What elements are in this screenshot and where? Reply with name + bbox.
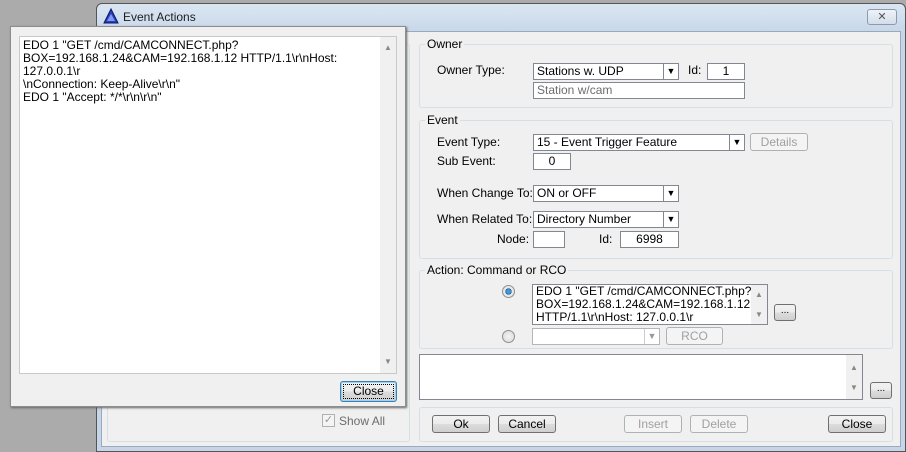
notes-scrollbar[interactable]: ▲ ▼ [846,355,862,399]
owner-id-field[interactable]: 1 [707,63,745,80]
sub-event-label: Sub Event: [437,154,496,168]
popup-close-button[interactable]: Close [340,381,397,402]
node-label: Node: [497,232,530,246]
rco-button[interactable]: RCO [666,327,723,345]
rco-radio[interactable] [502,330,515,343]
event-group-label: Event [425,113,460,127]
show-all-label: Show All [339,414,386,428]
preview-scrollbar[interactable]: ▲ ▼ [380,37,396,373]
insert-button[interactable]: Insert [624,415,682,433]
when-change-select[interactable]: ON or OFF ▼ [533,185,679,202]
details-button[interactable]: Details [750,133,808,151]
command-preview-popup: EDO 1 "GET /cmd/CAMCONNECT.php? BOX=192.… [10,26,406,407]
sub-event-field[interactable]: 0 [533,153,571,170]
delete-button[interactable]: Delete [690,415,748,433]
owner-group-label: Owner [425,37,465,51]
command-radio[interactable] [502,285,515,298]
rco-select[interactable]: ▼ [532,328,660,345]
command-scrollbar[interactable]: ▲ ▼ [751,285,767,324]
when-change-value: ON or OFF [537,186,597,200]
notes-ellipsis-button[interactable]: ... [870,382,892,399]
chevron-down-icon: ▼ [644,329,659,344]
event-type-label: Event Type: [437,135,501,149]
command-ellipsis-button[interactable]: ... [774,304,796,321]
command-line: HTTP/1.1\r\nHost: 127.0.0.1\r [536,310,694,324]
scroll-up-icon: ▲ [755,290,763,299]
app-logo-icon [103,7,119,24]
scroll-up-icon: ▲ [384,43,392,52]
ok-button[interactable]: Ok [432,415,490,433]
chevron-down-icon: ▼ [729,135,744,150]
owner-id-label: Id: [688,63,702,77]
chevron-down-icon: ▼ [663,212,678,227]
show-all-checkbox[interactable]: ✓ [322,414,335,427]
command-textarea[interactable]: EDO 1 "GET /cmd/CAMCONNECT.php? BOX=192.… [532,284,768,325]
scroll-down-icon: ▼ [850,383,858,392]
scroll-down-icon: ▼ [384,357,392,366]
when-related-select[interactable]: Directory Number ▼ [533,211,679,228]
when-related-label: When Related To: [437,212,533,226]
event-id-field[interactable]: 6998 [620,231,679,248]
event-type-select[interactable]: 15 - Event Trigger Feature ▼ [533,134,745,151]
action-group-label: Action: Command or RCO [425,263,569,277]
window-title: Event Actions [123,10,196,24]
when-change-label: When Change To: [437,186,533,200]
close-button[interactable]: Close [828,415,886,433]
owner-name-field[interactable]: Station w/cam [533,82,745,99]
scroll-down-icon: ▼ [755,310,763,319]
command-preview-textarea[interactable]: EDO 1 "GET /cmd/CAMCONNECT.php? BOX=192.… [19,36,397,374]
scroll-up-icon: ▲ [850,363,858,372]
owner-type-label: Owner Type: [437,63,505,77]
preview-line: BOX=192.168.1.24&CAM=192.168.1.12 HTTP/1… [23,51,338,78]
cancel-button[interactable]: Cancel [498,415,556,433]
chevron-down-icon: ▼ [663,186,678,201]
event-type-value: 15 - Event Trigger Feature [537,135,678,149]
chevron-down-icon: ▼ [663,64,678,79]
notes-textarea[interactable]: ▲ ▼ [419,354,863,400]
close-icon: ✕ [877,11,887,23]
node-field[interactable] [533,231,565,248]
owner-type-value: Stations w. UDP [537,64,624,78]
owner-type-select[interactable]: Stations w. UDP ▼ [533,63,679,80]
window-close-button[interactable]: ✕ [867,9,897,25]
when-related-value: Directory Number [537,212,632,226]
preview-line: EDO 1 "Accept: */*\r\n\r\n" [23,90,162,104]
event-id-label: Id: [599,232,613,246]
